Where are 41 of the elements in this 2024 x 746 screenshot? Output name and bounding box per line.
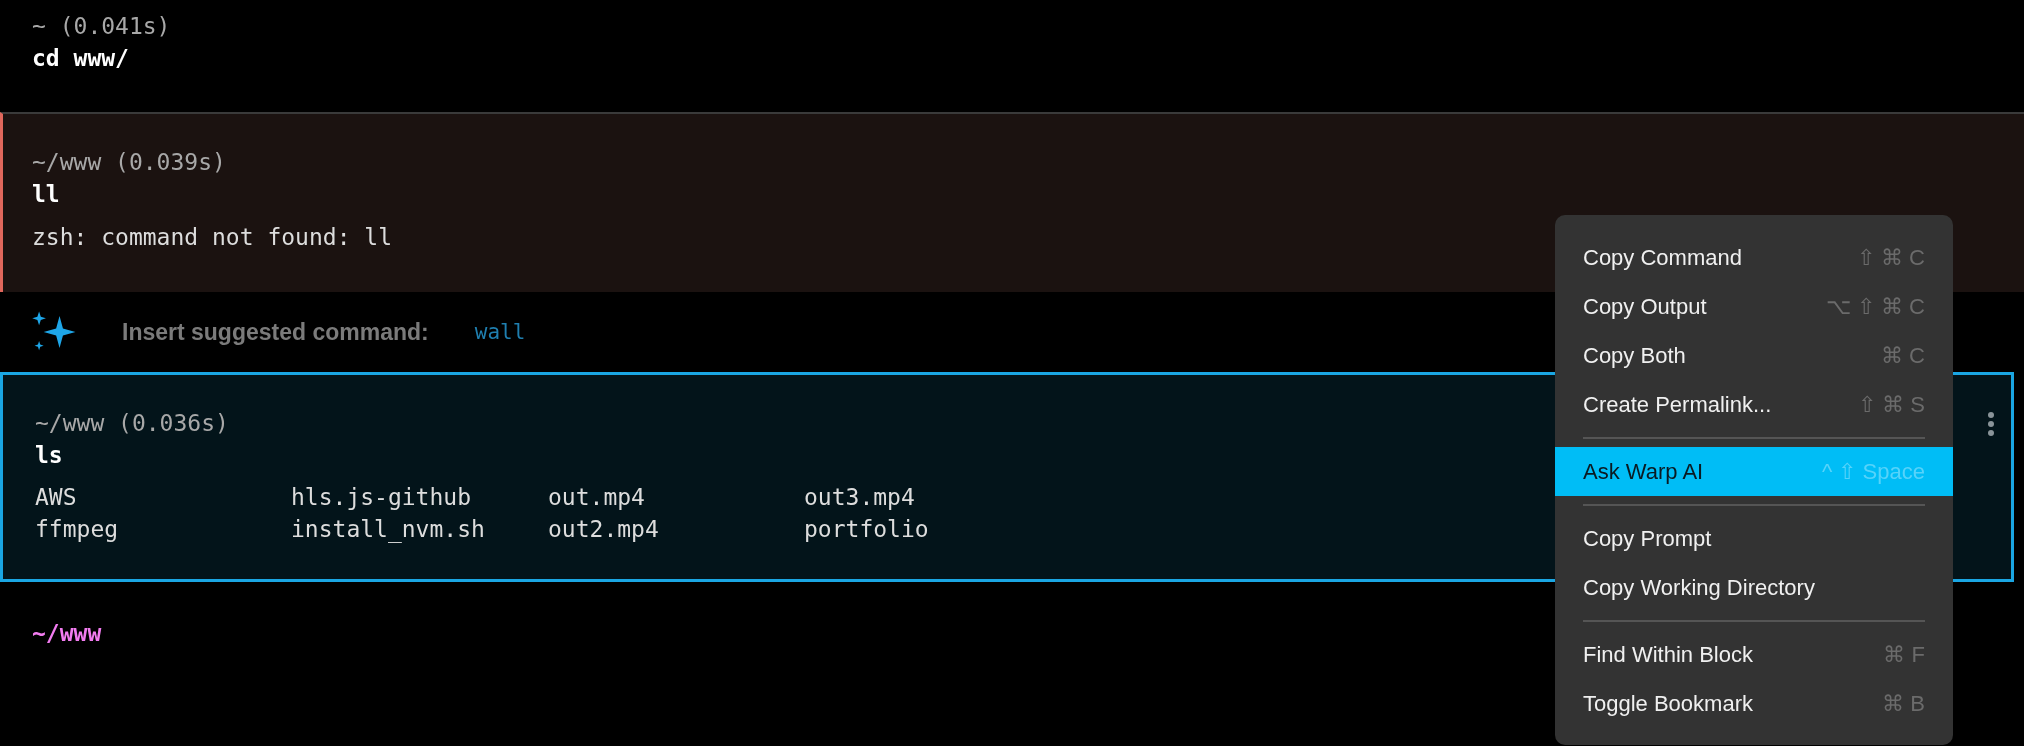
shortcut-hint: ⌘ B — [1882, 690, 1925, 717]
file-name: hls.js-github — [291, 483, 472, 512]
file-name: out.mp4 — [548, 483, 646, 512]
block-command: cd www/ — [32, 44, 129, 73]
suggestion-label: Insert suggested command: — [122, 318, 429, 346]
menu-item-label: Find Within Block — [1583, 641, 1753, 668]
shortcut-hint: ⇧ ⌘ S — [1858, 391, 1925, 418]
menu-item-label: Copy Prompt — [1583, 525, 1712, 552]
output-line: zsh: command not found: ll — [32, 223, 393, 252]
file-name: ffmpeg — [35, 515, 120, 544]
shortcut-hint: ⌘ C — [1881, 342, 1925, 369]
menu-item[interactable]: Toggle Bookmark ⌘ B — [1555, 679, 1953, 728]
shortcut-hint: ⇧ ⌘ C — [1856, 244, 1925, 271]
menu-item-label: Copy Both — [1583, 342, 1686, 369]
file-name: out3.mp4 — [804, 483, 916, 512]
menu-item[interactable]: Copy Prompt — [1555, 514, 1953, 563]
block-prompt: ~/www (0.036s) — [35, 409, 229, 438]
menu-item[interactable]: Find Within Block ⌘ F — [1555, 630, 1953, 679]
suggested-command[interactable]: wall — [474, 320, 526, 344]
menu-item[interactable]: Copy Command ⇧ ⌘ C — [1555, 233, 1953, 282]
file-name: AWS — [35, 483, 78, 512]
input-prompt: ~/www — [32, 620, 102, 646]
menu-item-label: Toggle Bookmark — [1583, 690, 1753, 717]
file-name: out2.mp4 — [548, 515, 660, 544]
block-command: ls — [35, 441, 63, 470]
menu-item-label: Copy Output — [1583, 293, 1707, 320]
menu-item[interactable]: Ask Warp AI ^ ⇧ Space — [1555, 447, 1953, 496]
menu-item-label: Create Permalink... — [1583, 391, 1772, 418]
menu-item[interactable]: Create Permalink... ⇧ ⌘ S — [1555, 380, 1953, 429]
menu-item-label: Copy Command — [1583, 244, 1742, 271]
block-prompt: ~/www (0.039s) — [32, 148, 226, 177]
block-prompt: ~ (0.041s) — [32, 12, 171, 41]
shortcut-hint: ^ ⇧ Space — [1822, 458, 1925, 485]
command-block[interactable]: ~ (0.041s) cd www/ — [0, 0, 2024, 112]
file-name: install_nvm.sh — [291, 515, 486, 545]
file-name: portfolio — [804, 515, 930, 544]
shortcut-hint: ⌘ F — [1883, 641, 1925, 668]
shortcut-hint: ⌥ ⇧ ⌘ C — [1825, 293, 1925, 320]
menu-item-label: Ask Warp AI — [1583, 458, 1704, 485]
more-icon[interactable] — [1987, 411, 1995, 437]
block-command: ll — [32, 180, 60, 209]
